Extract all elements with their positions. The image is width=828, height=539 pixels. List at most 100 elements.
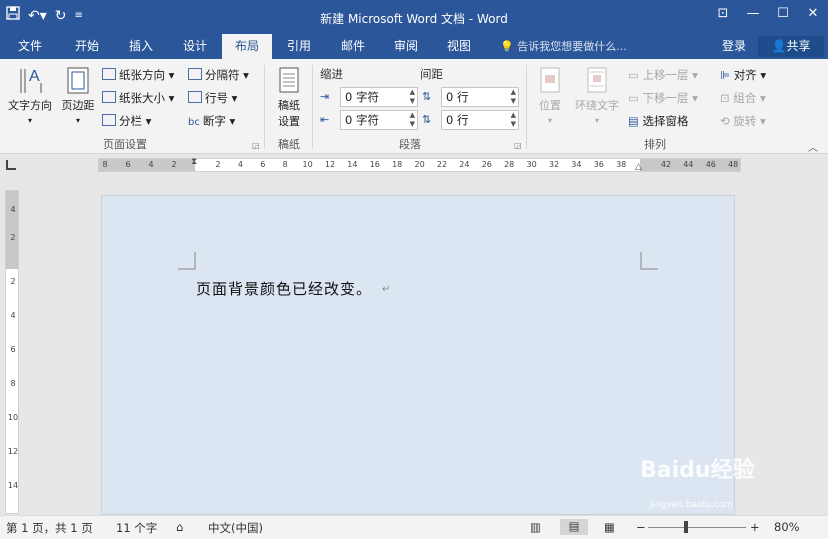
- space-before-input[interactable]: 0 行 ▲ ▼: [441, 87, 519, 107]
- read-mode-icon[interactable]: ▥: [530, 520, 541, 534]
- send-backward-button[interactable]: ▭ 下移一层 ▾: [628, 88, 698, 108]
- zoom-slider-thumb[interactable]: [684, 521, 688, 533]
- save-icon[interactable]: [6, 6, 20, 26]
- ruler-number: 2: [215, 160, 221, 169]
- customize-icon[interactable]: ≡: [75, 6, 83, 26]
- wrap-text-label: 环绕文字: [575, 99, 619, 112]
- columns-button[interactable]: 分栏 ▾: [102, 111, 151, 131]
- hyphenation-icon: bc: [188, 117, 200, 128]
- manuscript-label: 稿纸 设置: [278, 99, 300, 128]
- tab-file[interactable]: 文件: [6, 34, 54, 59]
- indent-left-value: 0 字符: [345, 90, 379, 104]
- ribbon: A 文字方向 ▾ 页边距 ▾ 纸张方向 ▾ 纸张大小 ▾ 分栏 ▾ 分隔符 ▾ 行号…: [0, 59, 828, 154]
- tab-design[interactable]: 设计: [170, 34, 220, 59]
- size-icon: [102, 91, 116, 103]
- bring-forward-label: 上移一层: [642, 68, 689, 82]
- ruler-number: 24: [459, 160, 470, 169]
- status-bar: 第 1 页，共 1 页 11 个字 ⌂ 中文(中国) ▥ ▤ ▦ − + 80%: [0, 515, 828, 539]
- redo-icon[interactable]: ↻: [55, 6, 67, 26]
- spin-arrows-icon[interactable]: ▲ ▼: [410, 88, 415, 106]
- zoom-level[interactable]: 80%: [774, 520, 800, 534]
- ruler-number: 22: [436, 160, 448, 169]
- zoom-out-icon[interactable]: −: [636, 520, 646, 534]
- page-setup-dialog-launcher[interactable]: ◲: [252, 141, 260, 150]
- language-indicator[interactable]: 中文(中国): [208, 520, 263, 536]
- manuscript-icon: [279, 67, 299, 93]
- selection-pane-button[interactable]: ▤ 选择窗格: [628, 111, 689, 131]
- line-numbers-button[interactable]: 行号 ▾: [188, 88, 237, 108]
- wrap-text-button[interactable]: 环绕文字 ▾: [570, 65, 624, 126]
- tab-view[interactable]: 视图: [434, 34, 484, 59]
- position-button[interactable]: 位置 ▾: [532, 65, 568, 126]
- collapse-ribbon-icon[interactable]: ︿: [808, 139, 818, 154]
- right-indent-marker-icon[interactable]: △: [635, 162, 642, 172]
- orientation-label: 纸张方向: [119, 68, 165, 82]
- ruler-number: 12: [324, 160, 336, 169]
- share-button[interactable]: 👤共享: [758, 36, 824, 57]
- proofing-icon[interactable]: ⌂: [176, 520, 183, 534]
- page-count[interactable]: 第 1 页，共 1 页: [6, 520, 93, 536]
- bring-forward-button[interactable]: ▭ 上移一层 ▾: [628, 65, 698, 85]
- ruler-number: 8: [282, 160, 288, 169]
- margins-button[interactable]: 页边距 ▾: [58, 65, 98, 126]
- minimize-icon[interactable]: —: [738, 6, 768, 21]
- indent-left-input[interactable]: 0 字符 ▲ ▼: [340, 87, 418, 107]
- word-count[interactable]: 11 个字: [116, 520, 157, 536]
- orientation-icon: [102, 68, 116, 80]
- text-direction-button[interactable]: A 文字方向 ▾: [4, 65, 56, 126]
- group-button[interactable]: ⊡ 组合 ▾: [720, 88, 766, 108]
- tab-selector-icon[interactable]: [6, 160, 16, 170]
- document-text[interactable]: 页面背景颜色已经改变。: [196, 278, 372, 299]
- zoom-slider[interactable]: [648, 527, 746, 528]
- breaks-button[interactable]: 分隔符 ▾: [188, 65, 249, 85]
- selection-pane-label: 选择窗格: [642, 114, 689, 128]
- tab-insert[interactable]: 插入: [116, 34, 166, 59]
- paragraph-dialog-launcher[interactable]: ◲: [514, 141, 522, 150]
- align-icon: ⊫: [720, 68, 734, 82]
- horizontal-ruler[interactable]: 8 6 4 2 2 4 6 8 10 12 14 16 18 20 22 24 26 28 30 32 34 36 38 42…: [98, 157, 741, 172]
- orientation-button[interactable]: 纸张方向 ▾: [102, 65, 174, 85]
- position-label: 位置: [539, 99, 561, 112]
- indent-right-input[interactable]: 0 字符 ▲ ▼: [340, 110, 418, 130]
- login-link[interactable]: 登录: [722, 34, 746, 59]
- spin-arrows-icon[interactable]: ▲ ▼: [511, 88, 516, 106]
- hyphenation-button[interactable]: bc 断字 ▾: [188, 111, 235, 131]
- print-layout-icon[interactable]: ▤: [560, 519, 588, 535]
- tab-layout[interactable]: 布局: [222, 34, 272, 59]
- vertical-ruler-number: 6: [10, 345, 16, 354]
- zoom-in-icon[interactable]: +: [750, 520, 760, 534]
- undo-icon[interactable]: ↶▾: [28, 6, 47, 26]
- space-before-value: 0 行: [446, 90, 469, 104]
- tab-review[interactable]: 审阅: [381, 34, 431, 59]
- manuscript-group-label: 稿纸: [278, 138, 300, 151]
- align-button[interactable]: ⊫ 对齐 ▾: [720, 65, 766, 85]
- ruler-number: 18: [392, 160, 403, 169]
- ruler-number: 2: [171, 160, 177, 169]
- tell-me-box[interactable]: 💡 告诉我您想要做什么...: [500, 34, 627, 59]
- close-icon[interactable]: ✕: [798, 6, 828, 21]
- rotate-button[interactable]: ⟲ 旋转 ▾: [720, 111, 766, 131]
- manuscript-button[interactable]: 稿纸 设置: [270, 65, 308, 129]
- page-setup-group-label: 页面设置: [103, 138, 147, 151]
- tab-mailings[interactable]: 邮件: [328, 34, 378, 59]
- maximize-icon[interactable]: ☐: [768, 6, 798, 21]
- text-direction-label: 文字方向: [8, 99, 52, 112]
- indent-marker-icon[interactable]: ⧗: [191, 157, 197, 167]
- indent-left-icon: ⇥: [320, 90, 330, 103]
- tab-references[interactable]: 引用: [274, 34, 324, 59]
- ruler-number: 10: [302, 160, 313, 169]
- space-before-icon: ⇅: [422, 90, 432, 103]
- size-button[interactable]: 纸张大小 ▾: [102, 88, 174, 108]
- spin-arrows-icon[interactable]: ▲ ▼: [410, 111, 415, 129]
- spin-arrows-icon[interactable]: ▲ ▼: [511, 111, 516, 129]
- ribbon-display-icon[interactable]: ⊡: [708, 6, 738, 21]
- breaks-icon: [188, 68, 202, 80]
- space-after-input[interactable]: 0 行 ▲ ▼: [441, 110, 519, 130]
- vertical-ruler[interactable]: 4 2 2 4 6 8 10 12 14: [5, 190, 19, 514]
- tab-home[interactable]: 开始: [62, 34, 112, 59]
- ruler-number: 26: [481, 160, 492, 169]
- ruler-number: 6: [125, 160, 131, 169]
- paragraph-mark-icon: ↵: [382, 284, 391, 295]
- web-layout-icon[interactable]: ▦: [604, 520, 615, 534]
- wrap-text-icon: [587, 67, 607, 93]
